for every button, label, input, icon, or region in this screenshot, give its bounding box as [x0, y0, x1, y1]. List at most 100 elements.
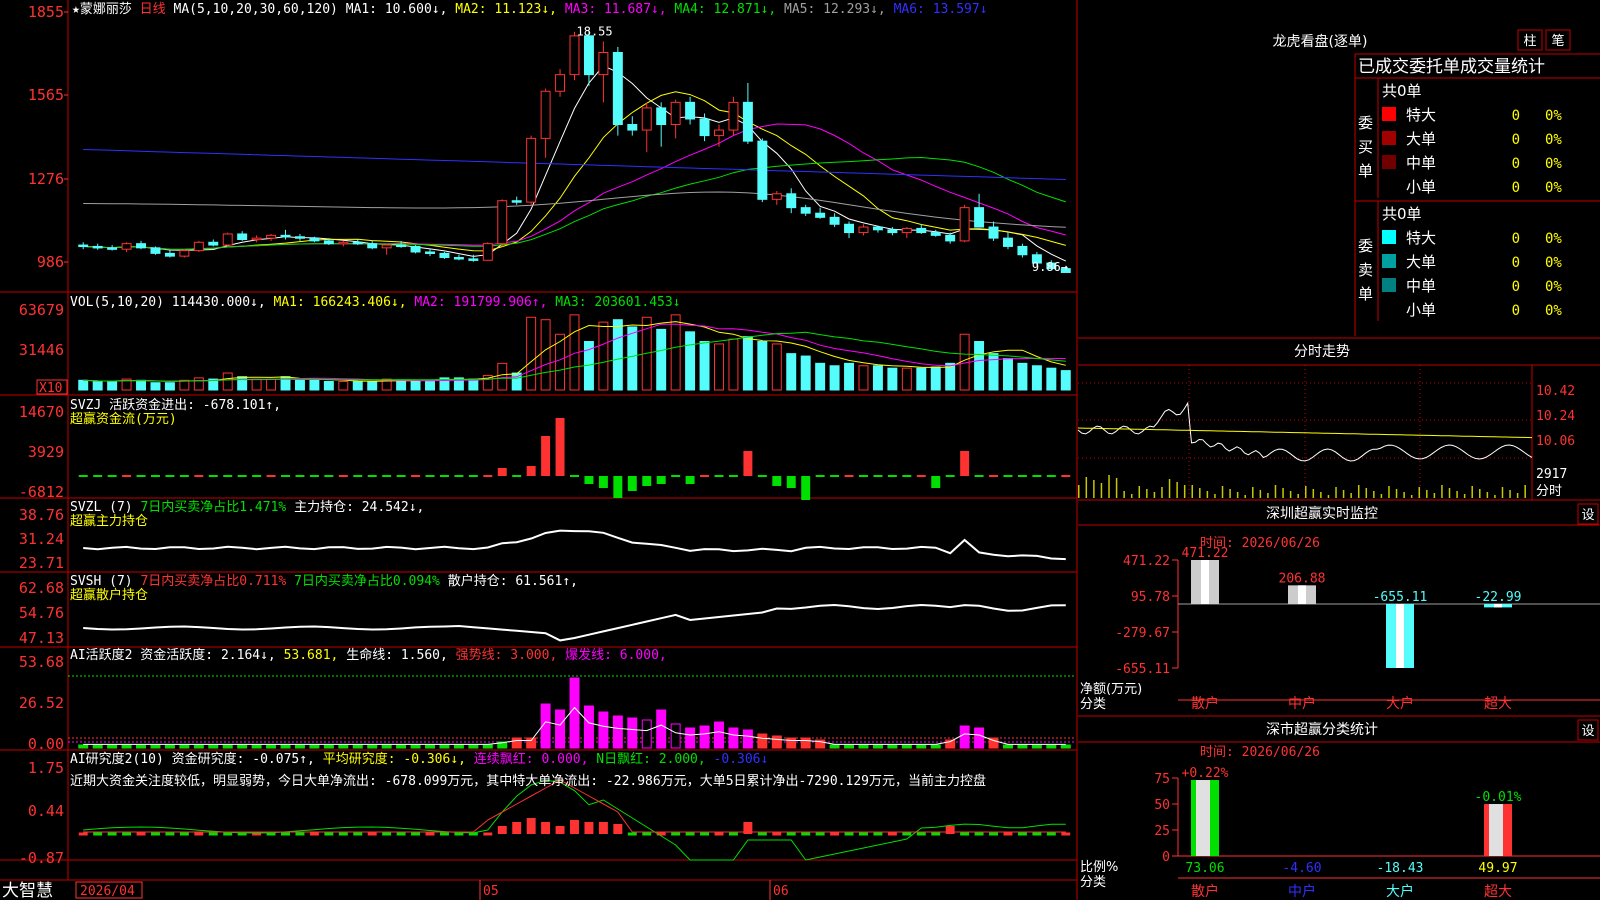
- candle[interactable]: [872, 226, 883, 231]
- intraday-vol-bar: [1501, 487, 1504, 498]
- candle[interactable]: [251, 237, 262, 241]
- candle[interactable]: [583, 35, 594, 76]
- candle[interactable]: [367, 243, 378, 249]
- sell-group-side-label: 卖: [1358, 261, 1373, 279]
- candle[interactable]: [569, 35, 580, 76]
- candle[interactable]: [381, 244, 392, 249]
- candle[interactable]: [425, 251, 435, 254]
- candle[interactable]: [714, 129, 724, 137]
- intraday-vol-bar: [1229, 489, 1231, 498]
- candle[interactable]: [916, 227, 927, 234]
- volume-bar: [627, 326, 638, 391]
- candle[interactable]: [439, 252, 450, 259]
- volume-bar: [78, 379, 89, 391]
- candle[interactable]: [78, 244, 89, 248]
- stock-chart-workspace[interactable]: 1855 1565 1276 986 ★蒙娜丽莎 日线 MA(5,10,20,30,60…: [0, 0, 1600, 900]
- activity-bar: [685, 727, 696, 749]
- volume-bar: [728, 338, 739, 391]
- candle[interactable]: [771, 193, 782, 200]
- candle[interactable]: [121, 243, 132, 250]
- candle[interactable]: [237, 233, 248, 241]
- candle[interactable]: [453, 257, 464, 260]
- dragon-tiger-title: 龙虎看盘(逐单): [1273, 33, 1368, 50]
- candle[interactable]: [526, 137, 537, 203]
- intraday-vol-bar: [1161, 487, 1163, 498]
- monitor-axis-label: 471.22: [1123, 554, 1170, 569]
- candle[interactable]: [280, 234, 291, 238]
- candle[interactable]: [1002, 237, 1013, 247]
- classify-axis-unit: 比例%: [1080, 860, 1118, 875]
- candle[interactable]: [815, 212, 826, 218]
- activity-bar: [959, 725, 970, 749]
- candle[interactable]: [959, 207, 970, 242]
- sell-group-legend-swatch: [1382, 278, 1396, 292]
- candle[interactable]: [974, 207, 985, 228]
- candle[interactable]: [92, 245, 103, 249]
- candle[interactable]: [1017, 245, 1028, 256]
- candle[interactable]: [136, 243, 147, 249]
- candle[interactable]: [829, 216, 840, 225]
- volume-bar: [266, 378, 277, 391]
- candle[interactable]: [266, 234, 277, 239]
- candle[interactable]: [988, 226, 999, 239]
- candle[interactable]: [323, 240, 334, 245]
- candle[interactable]: [164, 252, 175, 257]
- candle[interactable]: [107, 247, 118, 250]
- activity-bar: [266, 744, 277, 749]
- intraday-vol-bar: [1357, 485, 1360, 498]
- candle[interactable]: [728, 101, 739, 131]
- candle[interactable]: [612, 51, 623, 126]
- candle[interactable]: [858, 226, 869, 234]
- candle[interactable]: [555, 74, 566, 92]
- candle[interactable]: [352, 241, 363, 245]
- candle[interactable]: [468, 258, 479, 261]
- candle[interactable]: [497, 200, 508, 245]
- candle[interactable]: [598, 51, 609, 76]
- candle[interactable]: [641, 107, 652, 131]
- candle[interactable]: [699, 118, 710, 137]
- svsh-header: SVSH (7) 7日内买卖净占比0.711% 7日内买卖净占比0.094% 散…: [70, 573, 578, 589]
- candle[interactable]: [410, 245, 421, 253]
- candle[interactable]: [945, 234, 956, 242]
- candle[interactable]: [309, 237, 320, 242]
- candle[interactable]: [396, 244, 407, 248]
- buy-group-row-pct: 0%: [1545, 108, 1562, 124]
- classify-bar-highlight: [1196, 780, 1210, 856]
- candle[interactable]: [901, 227, 912, 234]
- retail-holding-line: [83, 603, 1066, 642]
- candle[interactable]: [887, 229, 898, 234]
- candle[interactable]: [193, 241, 204, 252]
- candle[interactable]: [627, 124, 638, 131]
- monitor-bar-highlight: [1201, 560, 1209, 604]
- volume-bar: [901, 367, 912, 391]
- candle[interactable]: [685, 101, 696, 120]
- candle[interactable]: [511, 200, 522, 203]
- candle[interactable]: [670, 101, 681, 126]
- svzj-header: SVZJ 活跃资金进出: -678.101↑,: [70, 397, 281, 413]
- candle[interactable]: [338, 241, 349, 245]
- candle[interactable]: [540, 90, 551, 139]
- candle[interactable]: [150, 247, 161, 254]
- candle[interactable]: [757, 140, 768, 200]
- intraday-vol-bar: [1259, 490, 1262, 498]
- activity-bar: [150, 744, 161, 749]
- ma-value: MA3: 11.687↓,: [565, 2, 675, 17]
- volume-bar: [396, 379, 407, 391]
- intraday-vol-bar: [1274, 485, 1277, 498]
- candle[interactable]: [742, 101, 753, 142]
- candle[interactable]: [786, 193, 797, 209]
- candle[interactable]: [222, 233, 233, 246]
- candle[interactable]: [179, 250, 190, 257]
- candle[interactable]: [294, 236, 305, 239]
- buy-group-row-label: 特大: [1406, 106, 1436, 124]
- monitor-bar-highlight: [1396, 603, 1404, 668]
- candle[interactable]: [482, 243, 493, 261]
- volume-bar: [497, 362, 508, 391]
- buy-group-row-pct: 0%: [1545, 132, 1562, 148]
- candle[interactable]: [844, 223, 855, 234]
- candle[interactable]: [208, 241, 219, 246]
- money-flow-bar: [743, 451, 753, 476]
- candle[interactable]: [800, 207, 811, 214]
- candle[interactable]: [930, 232, 941, 236]
- candle[interactable]: [656, 107, 667, 126]
